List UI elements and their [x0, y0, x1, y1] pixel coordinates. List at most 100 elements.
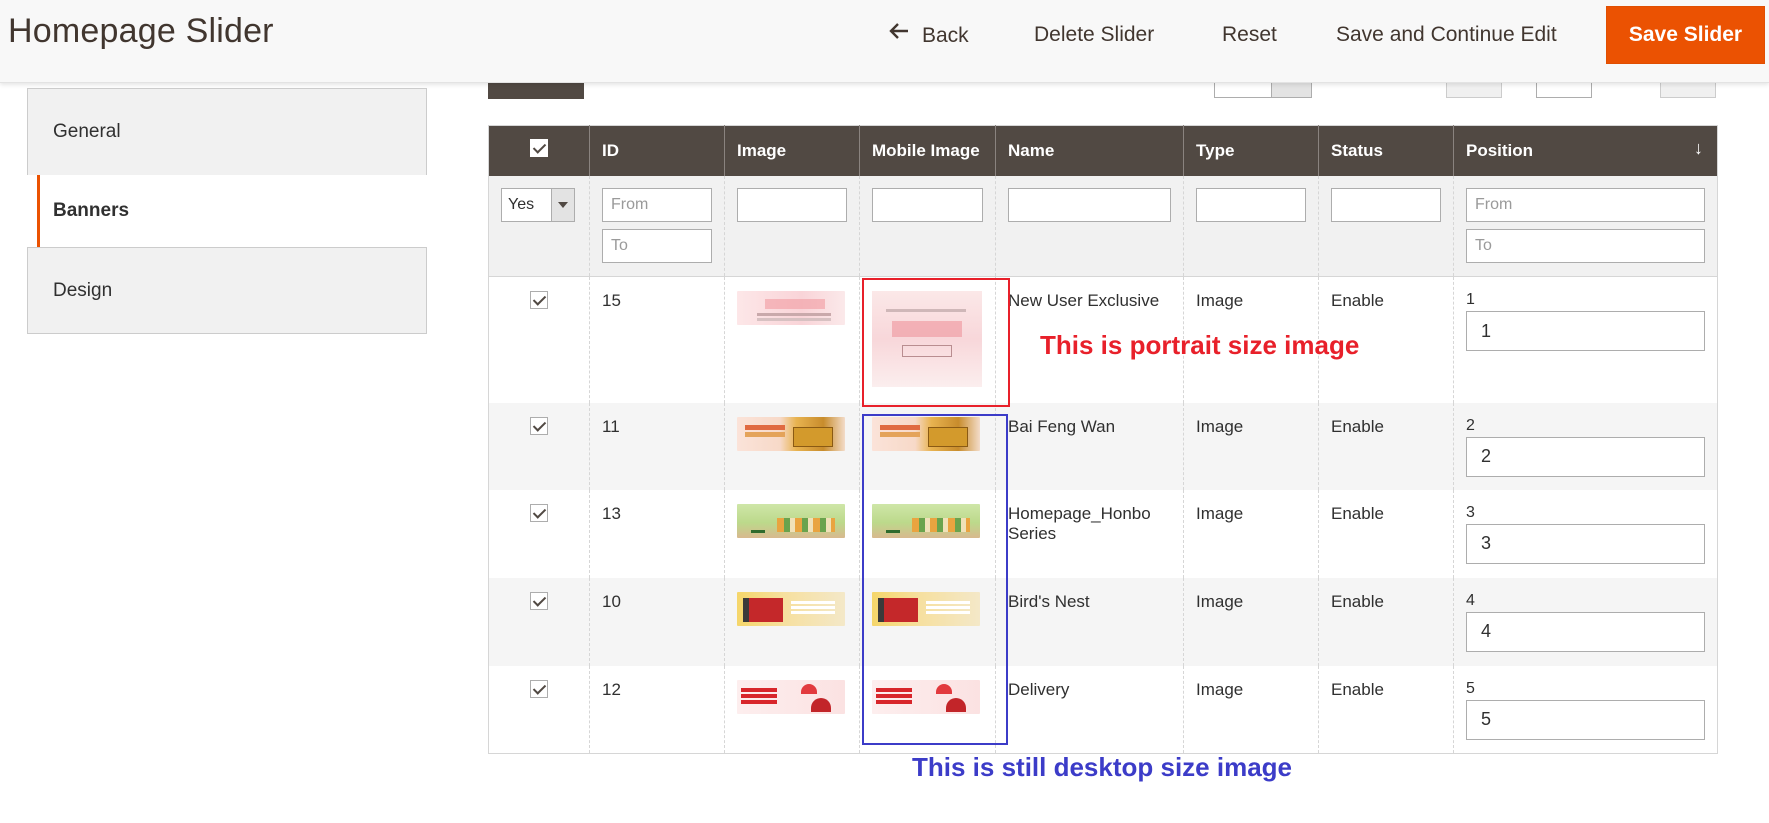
desktop-annotation: This is still desktop size image [912, 752, 1293, 782]
cell-id: 11 [589, 402, 725, 490]
row-checkbox-cell [489, 277, 590, 403]
cell-name: Homepage_Honbo Series [995, 489, 1184, 578]
cell-name: Bird's Nest [995, 577, 1184, 666]
table-row[interactable]: 13 Homepage_Honbo Series Image Enable 3 … [489, 489, 1718, 578]
cell-position: 5 5 [1453, 665, 1718, 754]
in-banners-filter-select[interactable]: Yes [501, 187, 575, 222]
position-to-input[interactable]: To [1466, 228, 1705, 263]
banner-thumbnail [737, 503, 845, 538]
row-checkbox-cell [488, 402, 590, 490]
page-title: Homepage Slider [8, 12, 274, 50]
column-header-position[interactable]: Position ↓ [1453, 125, 1718, 176]
column-header-type[interactable]: Type [1183, 125, 1319, 176]
mobile-image-filter-input[interactable] [872, 187, 983, 222]
column-header-status[interactable]: Status [1318, 125, 1454, 176]
row-checkbox[interactable] [530, 291, 548, 309]
back-button[interactable]: Back [888, 20, 969, 51]
tab-banners[interactable]: Banners [37, 175, 427, 247]
position-from-input[interactable]: From [1466, 187, 1705, 222]
tab-general[interactable]: General [27, 88, 427, 175]
tab-design[interactable]: Design [27, 247, 427, 334]
cell-mobile-image [859, 577, 996, 666]
type-filter-input[interactable] [1196, 187, 1306, 222]
position-number: 5 [1466, 679, 1475, 697]
position-number: 4 [1466, 591, 1475, 609]
reset-button[interactable]: Reset [1222, 20, 1277, 50]
cell-mobile-image [859, 276, 996, 403]
row-checkbox[interactable] [530, 503, 548, 522]
delete-slider-button[interactable]: Delete Slider [1034, 20, 1154, 50]
cell-status: Enable [1318, 665, 1454, 754]
table-row[interactable]: 11 Bai Feng Wan Image Enable 2 2 [488, 402, 1718, 490]
tab-banners-label: Banners [53, 200, 130, 221]
position-number: 2 [1466, 416, 1475, 434]
id-from-input[interactable]: From [602, 187, 712, 222]
banner-thumbnail [737, 679, 845, 714]
cell-image [724, 276, 860, 403]
cell-type: Image [1183, 665, 1319, 754]
column-header-id[interactable]: ID [589, 125, 725, 176]
banner-thumbnail [737, 591, 845, 626]
position-number: 1 [1466, 291, 1475, 308]
cell-id: 15 [589, 276, 725, 403]
page-header: Homepage Slider Back Delete Slider Reset… [0, 0, 1769, 83]
row-checkbox[interactable] [530, 416, 548, 435]
mobile-banner-thumbnail [872, 503, 980, 538]
position-input[interactable]: 4 [1466, 611, 1705, 652]
position-input[interactable]: 5 [1466, 699, 1705, 740]
cell-position: 3 3 [1453, 489, 1718, 578]
status-filter-input[interactable] [1331, 187, 1441, 222]
id-to-input[interactable]: To [602, 228, 712, 263]
mobile-banner-thumbnail [872, 591, 980, 626]
row-checkbox-cell [489, 666, 590, 754]
cell-status: Enable [1318, 489, 1454, 578]
save-and-continue-button[interactable]: Save and Continue Edit [1336, 20, 1557, 50]
cell-name: Delivery [995, 665, 1184, 754]
name-filter-input[interactable] [1008, 187, 1171, 222]
cell-position: 2 2 [1453, 402, 1718, 490]
back-label: Back [922, 23, 969, 47]
banner-thumbnail [737, 291, 845, 325]
filter-type-cell [1183, 175, 1319, 277]
portrait-annotation: This is portrait size image [1040, 330, 1360, 360]
cell-type: Image [1183, 577, 1319, 666]
row-checkbox-cell [488, 577, 590, 666]
mobile-banner-thumbnail [872, 679, 980, 714]
filter-image-cell [724, 175, 860, 277]
header-select-all[interactable] [488, 125, 590, 176]
cell-mobile-image [859, 402, 996, 490]
image-filter-input[interactable] [737, 187, 847, 222]
column-header-mobile-image[interactable]: Mobile Image [859, 125, 996, 176]
banners-grid: ID Image Mobile Image Name Type Status P… [488, 125, 1718, 754]
mobile-banner-thumbnail [872, 416, 980, 451]
row-checkbox-cell [489, 490, 590, 578]
filter-mobile-image-cell [859, 175, 996, 277]
row-checkbox[interactable] [530, 679, 548, 698]
sidebar-tabs: General Banners Design [27, 88, 427, 334]
table-row[interactable]: 12 Delivery Image Enable 5 5 [489, 665, 1718, 754]
column-header-image[interactable]: Image [724, 125, 860, 176]
cell-image [724, 577, 860, 666]
filter-row: Yes From To From To [488, 175, 1718, 277]
position-number: 3 [1466, 503, 1475, 521]
position-input[interactable]: 2 [1466, 436, 1705, 477]
arrow-left-icon [888, 20, 910, 51]
column-header-position-label: Position [1466, 140, 1534, 160]
tab-design-label: Design [53, 279, 113, 301]
table-row[interactable]: 10 Bird's Nest Image Enable 4 4 [488, 577, 1718, 666]
cell-mobile-image [859, 489, 996, 578]
position-input[interactable]: 3 [1466, 523, 1705, 564]
save-slider-button[interactable]: Save Slider [1606, 6, 1765, 64]
tab-general-label: General [53, 121, 121, 142]
select-all-checkbox[interactable] [530, 139, 548, 158]
cell-id: 12 [589, 665, 725, 754]
position-input[interactable]: 1 [1466, 311, 1705, 351]
sort-arrow-icon: ↓ [1694, 138, 1703, 158]
cell-id: 13 [589, 489, 725, 578]
mobile-banner-thumbnail [872, 291, 982, 387]
cell-type: Image [1183, 402, 1319, 490]
column-header-name[interactable]: Name [995, 125, 1184, 176]
cell-position: 4 4 [1453, 577, 1718, 666]
cell-name: Bai Feng Wan [995, 402, 1184, 490]
row-checkbox[interactable] [530, 591, 548, 610]
